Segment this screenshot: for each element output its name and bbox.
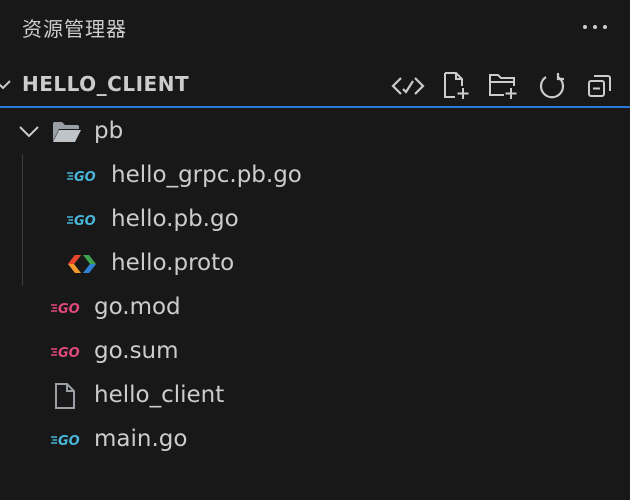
go-icon: GO bbox=[50, 428, 84, 452]
workspace-title: HELLO_CLIENT bbox=[22, 72, 190, 96]
svg-text:GO: GO bbox=[58, 302, 80, 317]
go-icon: GO bbox=[66, 208, 100, 232]
new-file-icon bbox=[444, 72, 469, 99]
tree-item-label: hello_client bbox=[94, 382, 225, 408]
collapse-all-button[interactable] bbox=[576, 68, 624, 104]
tree-item-label: main.go bbox=[94, 426, 188, 452]
svg-text:GO: GO bbox=[74, 214, 96, 229]
chevron-down-icon bbox=[19, 126, 39, 138]
refresh-icon bbox=[539, 73, 565, 99]
refresh-button[interactable] bbox=[528, 68, 576, 104]
link-icon bbox=[391, 77, 425, 95]
new-file-button[interactable] bbox=[432, 68, 480, 104]
link-button[interactable] bbox=[384, 68, 432, 104]
tree-item-label: go.sum bbox=[94, 338, 179, 364]
new-folder-icon bbox=[489, 74, 517, 99]
chevron-down-icon bbox=[0, 80, 11, 90]
explorer-title: 资源管理器 bbox=[22, 17, 127, 41]
tree-file-go-mod[interactable]: GO go.mod bbox=[0, 286, 630, 330]
go-icon: GO bbox=[66, 164, 100, 188]
tree-item-label: hello.proto bbox=[111, 250, 235, 276]
collapse-all-icon bbox=[588, 75, 611, 97]
workspace-section-header[interactable]: HELLO_CLIENT bbox=[0, 64, 630, 108]
new-folder-button[interactable] bbox=[480, 68, 528, 104]
go-mod-icon: GO bbox=[50, 296, 84, 320]
tree-folder-pb[interactable]: pb bbox=[0, 110, 630, 154]
tree-item-label: hello.pb.go bbox=[111, 206, 239, 232]
tree-item-label: pb bbox=[94, 118, 124, 144]
proto-icon bbox=[67, 252, 97, 276]
explorer-title-bar: 资源管理器 bbox=[0, 0, 630, 58]
tree-item-label: hello_grpc.pb.go bbox=[111, 162, 302, 188]
tree-file-main-go[interactable]: GO main.go bbox=[0, 418, 630, 462]
tree-file-go-sum[interactable]: GO go.sum bbox=[0, 330, 630, 374]
tree-file-hello-grpc-pb-go[interactable]: GO hello_grpc.pb.go bbox=[0, 154, 630, 198]
svg-text:GO: GO bbox=[74, 170, 96, 185]
tree-file-hello-proto[interactable]: hello.proto bbox=[0, 242, 630, 286]
folder-open-icon bbox=[52, 120, 82, 144]
file-icon bbox=[54, 383, 76, 409]
svg-text:GO: GO bbox=[58, 434, 80, 449]
svg-text:GO: GO bbox=[58, 346, 80, 361]
ellipsis-icon bbox=[583, 25, 607, 29]
tree-item-label: go.mod bbox=[94, 294, 181, 320]
go-mod-icon: GO bbox=[50, 340, 84, 364]
more-actions-button[interactable] bbox=[578, 10, 612, 44]
section-actions bbox=[384, 68, 624, 104]
file-tree: pb GO hello_grpc.pb.go GO hello.pb.go he… bbox=[0, 110, 630, 462]
tree-file-hello-pb-go[interactable]: GO hello.pb.go bbox=[0, 198, 630, 242]
tree-file-hello-client[interactable]: hello_client bbox=[0, 374, 630, 418]
